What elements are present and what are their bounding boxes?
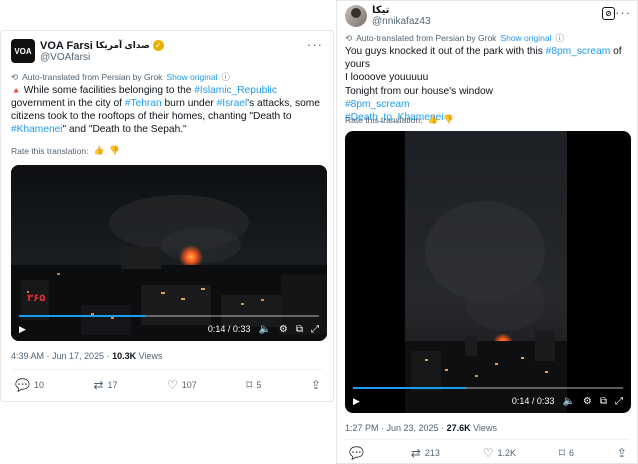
fullscreen-icon[interactable]: ⤢ xyxy=(311,324,319,335)
info-icon[interactable]: ⓘ xyxy=(221,71,230,83)
author-handle[interactable]: @nnikafaz43 xyxy=(372,16,431,27)
voa-watermark: ۳۶۵ xyxy=(27,293,46,304)
avatar-face xyxy=(351,8,361,18)
rate-translation: Rate this translation: 👍 👎 xyxy=(345,114,454,125)
reply-button[interactable]: 💬 10 xyxy=(15,378,44,392)
like-button[interactable]: ♡ 107 xyxy=(167,378,197,392)
thumb-down-icon[interactable]: 👎 xyxy=(109,145,120,156)
thumb-down-icon[interactable]: 👎 xyxy=(443,114,454,125)
translate-icon: ⟲ xyxy=(11,71,19,82)
grok-icon[interactable]: ⊘ xyxy=(602,7,615,20)
bookmark-button[interactable]: ⌑ 6 xyxy=(559,446,574,460)
more-icon[interactable]: ··· xyxy=(615,5,631,20)
settings-icon[interactable]: ⚙ xyxy=(279,324,288,335)
tweet-meta: 4:39 AM · Jun 17, 2025 · 10.3K Views xyxy=(11,351,163,361)
video-time: 0:14 / 0:33 xyxy=(511,396,555,406)
share-icon: ⇪ xyxy=(616,446,627,460)
video-controls: ▶ 0:14 / 0:33 🔈 ⚙ ⧉ ⤢ xyxy=(345,389,631,413)
bookmark-icon: ⌑ xyxy=(558,446,566,460)
reply-button[interactable]: 💬 xyxy=(349,446,368,460)
video-time: 0:14 / 0:33 xyxy=(207,324,251,334)
repost-icon: ⇄ xyxy=(410,446,421,460)
translation-note: ⟲ Auto-translated from Persian by Grok S… xyxy=(345,32,564,44)
translation-note: ⟲ Auto-translated from Persian by Grok S… xyxy=(11,71,230,83)
hashtag-link[interactable]: #8pm_scream xyxy=(345,98,635,111)
play-icon[interactable]: ▶ xyxy=(353,396,360,407)
pip-icon[interactable]: ⧉ xyxy=(296,324,303,335)
action-bar: 💬 ⇄ 213 ♡ 1.2K ⌑ 6 ⇪ xyxy=(349,446,627,460)
avatar[interactable] xyxy=(345,5,367,27)
like-button[interactable]: ♡ 1.2K xyxy=(483,446,516,460)
repost-icon: ⇄ xyxy=(93,378,104,392)
repost-button[interactable]: ⇄ 213 xyxy=(411,446,440,460)
hashtag-link[interactable]: #Israel xyxy=(217,98,248,109)
translate-icon: ⟲ xyxy=(345,32,353,43)
reply-icon: 💬 xyxy=(349,446,364,460)
info-icon[interactable]: ⓘ xyxy=(555,32,564,44)
rate-translation: Rate this translation: 👍 👎 xyxy=(11,145,120,156)
share-icon: ⇪ xyxy=(310,378,321,392)
author-handle[interactable]: @VOAfarsi xyxy=(40,52,164,63)
thumb-up-icon[interactable]: 👍 xyxy=(93,145,104,156)
settings-icon[interactable]: ⚙ xyxy=(583,396,592,407)
action-bar: 💬 10 ⇄ 17 ♡ 107 ⌑ 5 ⇪ xyxy=(15,378,321,392)
avatar[interactable]: VOA xyxy=(11,39,35,63)
tweet-header: تیکا @nnikafaz43 xyxy=(345,5,431,27)
share-button[interactable]: ⇪ xyxy=(617,446,627,460)
reply-icon: 💬 xyxy=(15,378,30,392)
like-icon: ♡ xyxy=(166,378,178,392)
video-frame xyxy=(405,131,567,413)
hashtag-link[interactable]: #8pm_scream xyxy=(546,46,611,57)
tweet-header: VOA VOA Farsi صدای آمریکا ✓ @VOAfarsi xyxy=(11,39,164,63)
video-player[interactable]: ۳۶۵ ▶ 0:14 / 0:33 🔈 ⚙ ⧉ ⤢ xyxy=(11,165,327,341)
thumb-up-icon[interactable]: 👍 xyxy=(427,114,438,125)
bookmark-button[interactable]: ⌑ 5 xyxy=(246,378,261,392)
fullscreen-icon[interactable]: ⤢ xyxy=(615,396,623,407)
mute-icon[interactable]: 🔈 xyxy=(258,324,270,335)
video-controls: ▶ 0:14 / 0:33 🔈 ⚙ ⧉ ⤢ xyxy=(11,317,327,341)
author-name[interactable]: تیکا xyxy=(372,5,431,16)
like-icon: ♡ xyxy=(482,446,494,460)
share-button[interactable]: ⇪ xyxy=(311,378,321,392)
tweet-card-voa: VOA VOA Farsi صدای آمریکا ✓ @VOAfarsi ··… xyxy=(0,30,334,402)
hashtag-link[interactable]: #Khamenei xyxy=(11,124,63,135)
divider xyxy=(345,439,629,440)
repost-button[interactable]: ⇄ 17 xyxy=(93,378,117,392)
tweet-card-nika: تیکا @nnikafaz43 ⊘ ··· ⟲ Auto-translated… xyxy=(336,0,638,464)
video-player[interactable]: ▶ 0:14 / 0:33 🔈 ⚙ ⧉ ⤢ xyxy=(345,131,631,413)
hashtag-link[interactable]: #Islamic_Republic xyxy=(194,85,277,96)
verified-badge: ✓ xyxy=(152,40,164,51)
show-original-link[interactable]: Show original xyxy=(166,72,217,82)
hashtag-link[interactable]: #Tehran xyxy=(125,98,162,109)
more-icon[interactable]: ··· xyxy=(307,37,323,52)
tweet-text: 🔺 While some facilities belonging to the… xyxy=(11,85,320,135)
author-name[interactable]: VOA Farsi صدای آمریکا ✓ xyxy=(40,40,164,52)
play-icon[interactable]: ▶ xyxy=(19,324,26,335)
show-original-link[interactable]: Show original xyxy=(500,33,551,43)
voa-logo: VOA xyxy=(14,46,32,56)
tweet-text: You guys knocked it out of the park with… xyxy=(345,45,635,124)
divider xyxy=(11,369,323,370)
mute-icon[interactable]: 🔈 xyxy=(562,396,574,407)
tweet-meta: 1:27 PM · Jun 23, 2025 · 27.6K Views xyxy=(345,423,497,433)
pip-icon[interactable]: ⧉ xyxy=(600,396,607,407)
bookmark-icon: ⌑ xyxy=(246,378,253,392)
